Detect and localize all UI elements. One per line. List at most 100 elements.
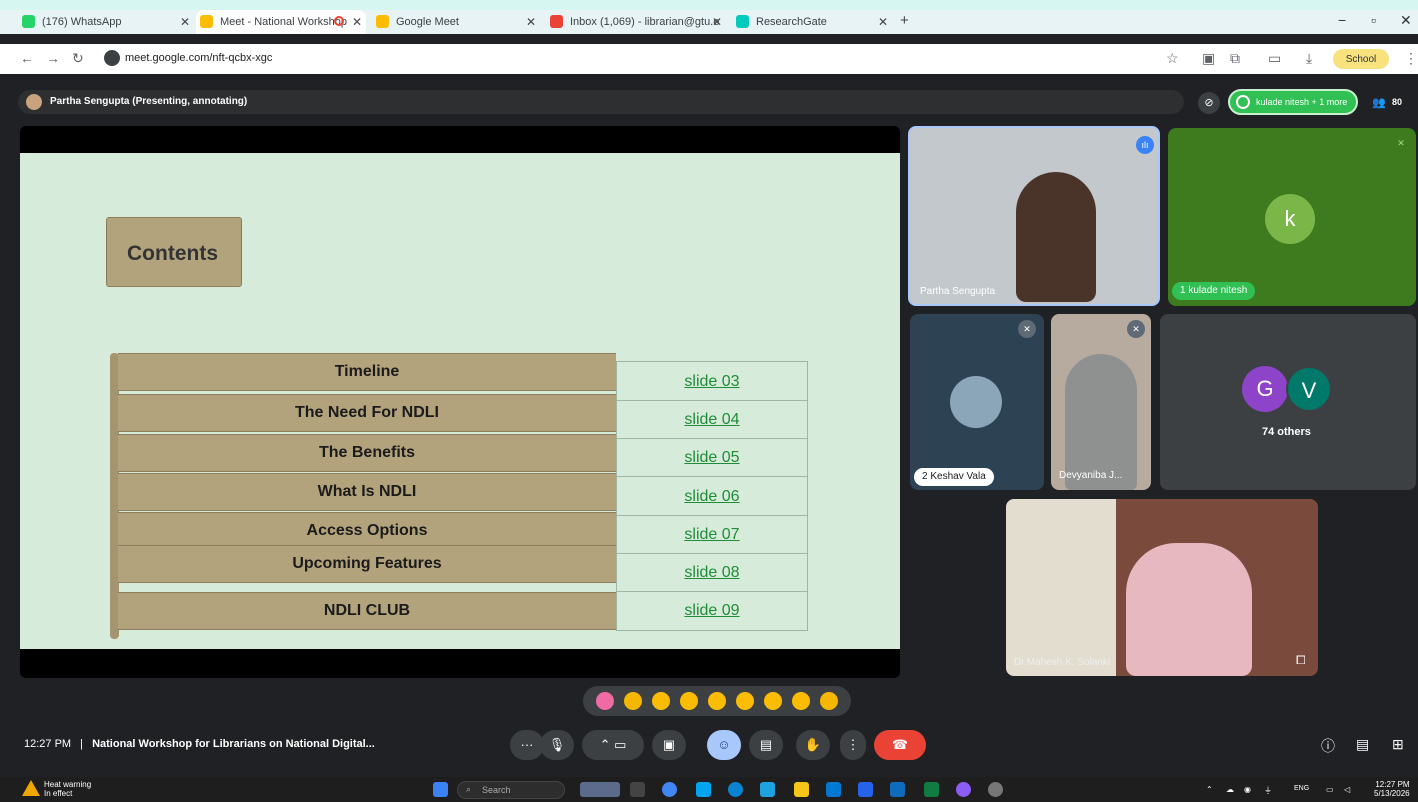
participant-tile-kulade[interactable]: k ✕ 1 kulade nitesh (1168, 128, 1416, 306)
tray-chevron-icon[interactable]: ⌃ (1206, 785, 1213, 794)
present-button[interactable]: ▣ (652, 730, 686, 760)
edge-icon[interactable] (728, 782, 743, 797)
thinking-reaction-icon[interactable] (792, 692, 810, 710)
slide-link[interactable]: slide 03 (616, 363, 808, 401)
presenter-label: Partha Sengupta (Presenting, annotating) (50, 96, 248, 107)
slide-link[interactable]: slide 04 (616, 401, 808, 439)
others-count: 74 others (1262, 426, 1311, 438)
outlook-icon[interactable] (826, 782, 841, 797)
settings-icon[interactable] (988, 782, 1003, 797)
party-reaction-icon[interactable] (652, 692, 670, 710)
participant-prefix: 2 (922, 471, 928, 482)
chrome-profile-icon[interactable] (956, 782, 971, 797)
back-icon[interactable]: ← (20, 50, 34, 66)
slide-link[interactable]: slide 05 (616, 439, 808, 477)
close-tab-icon[interactable]: ✕ (180, 15, 190, 29)
tab-label: Meet - National Workshop (220, 16, 347, 28)
tab-whatsapp[interactable]: (176) WhatsApp ✕ (18, 10, 194, 34)
language-indicator[interactable]: ENG (1294, 785, 1309, 792)
volume-icon[interactable]: ◁ (1344, 785, 1350, 794)
slide-link[interactable]: slide 08 (616, 554, 808, 592)
gmail-icon (550, 15, 563, 28)
reload-icon[interactable]: ↻ (72, 50, 84, 67)
mic-off-icon: ✕ (1127, 320, 1145, 338)
teams-icon[interactable] (890, 782, 905, 797)
laugh-reaction-icon[interactable] (708, 692, 726, 710)
tab-meet-workshop[interactable]: Meet - National Workshop ✕ (196, 10, 366, 34)
slide-link[interactable]: slide 07 (616, 516, 808, 554)
heat-warning-icon[interactable] (22, 780, 40, 796)
forward-icon[interactable]: → (46, 50, 60, 66)
file-explorer-icon[interactable] (794, 782, 809, 797)
download-icon[interactable]: ⤓ (1306, 50, 1312, 67)
participant-video (1006, 499, 1116, 676)
close-window-icon[interactable]: ✕ (1400, 12, 1412, 29)
puzzle-icon[interactable]: ⧉ (1230, 50, 1240, 67)
start-icon[interactable] (433, 782, 448, 797)
thumbs-down-reaction-icon[interactable] (820, 692, 838, 710)
cast-icon[interactable]: ▭ (1268, 50, 1281, 67)
sad-reaction-icon[interactable] (764, 692, 782, 710)
tab-gmail-inbox[interactable]: Inbox (1,069) - librarian@gtu.e ✕ (546, 10, 726, 34)
participant-name: kulade nitesh (1188, 285, 1248, 296)
active-speaker-pill[interactable]: kulade nitesh + 1 more (1228, 89, 1358, 115)
site-info-icon[interactable] (104, 50, 120, 66)
info-icon[interactable]: ⓘ (1321, 736, 1335, 756)
camera-button[interactable]: ⌃ ▭ (582, 730, 644, 760)
new-tab-icon[interactable]: + (900, 12, 909, 29)
participant-tile-others[interactable]: G V 74 others (1160, 314, 1416, 490)
menu-kebab-icon[interactable]: ⋮ (1404, 50, 1418, 67)
onedrive-icon[interactable]: ☁ (1226, 785, 1234, 794)
raise-hand-button[interactable]: ✋ (796, 730, 830, 760)
excel-icon[interactable] (924, 782, 939, 797)
extension-icon[interactable]: ▣ (1202, 50, 1215, 67)
emoji-button[interactable]: ☺ (707, 730, 741, 760)
clap-reaction-icon[interactable] (680, 692, 698, 710)
tab-label: (176) WhatsApp (42, 16, 122, 28)
activities-icon[interactable]: ⊞ (1392, 736, 1404, 753)
slide-link[interactable]: slide 06 (616, 478, 808, 516)
thumbs-up-reaction-icon[interactable] (624, 692, 642, 710)
participant-tile-mahesh[interactable]: Dr.Mahesh K. Solanki ⧠ (1006, 499, 1318, 676)
captions-button[interactable]: ▤ (749, 730, 783, 760)
taskbar-search[interactable]: ⌕ Search (457, 781, 565, 799)
slide-link[interactable]: slide 09 (616, 592, 808, 630)
heart-reaction-icon[interactable] (596, 692, 614, 710)
surprised-reaction-icon[interactable] (736, 692, 754, 710)
copilot-icon[interactable] (696, 782, 711, 797)
widget-icon[interactable] (580, 782, 620, 797)
profile-button[interactable]: School (1333, 49, 1389, 69)
restore-icon[interactable]: ▫ (1371, 12, 1376, 28)
chat-icon[interactable]: ▤ (1356, 736, 1369, 753)
participant-tile-devyaniba[interactable]: ✕ Devyaniba J... (1051, 314, 1151, 490)
close-tab-icon[interactable]: ✕ (878, 15, 888, 29)
calendar-icon[interactable] (858, 782, 873, 797)
close-tab-icon[interactable]: ✕ (352, 15, 362, 29)
tab-google-meet[interactable]: Google Meet ✕ (372, 10, 540, 34)
close-tab-icon[interactable]: ✕ (526, 15, 536, 29)
presenter-avatar (26, 94, 42, 110)
url-text[interactable]: meet.google.com/nft-qcbx-xgc (125, 52, 272, 64)
mic-button[interactable]: 🎙 (540, 730, 574, 760)
heat-warning-text[interactable]: Heat warning In effect (44, 780, 91, 798)
chrome-icon[interactable] (662, 782, 677, 797)
chrome-tray-icon[interactable]: ◉ (1244, 785, 1251, 794)
system-clock[interactable]: 12:27 PM 5/13/2026 (1374, 780, 1410, 798)
pin-off-icon[interactable]: ⊘ (1198, 92, 1220, 114)
tab-researchgate[interactable]: ResearchGate ✕ (732, 10, 892, 34)
minimize-icon[interactable]: − (1338, 12, 1346, 28)
crop-icon[interactable]: ⧠ (1296, 653, 1306, 668)
store-icon[interactable] (760, 782, 775, 797)
participant-tile-partha[interactable]: ılı Partha Sengupta (908, 126, 1160, 306)
task-view-icon[interactable] (630, 782, 645, 797)
presenter-bar: Partha Sengupta (Presenting, annotating) (18, 90, 1184, 114)
usb-icon[interactable]: ⏚ (1264, 785, 1272, 796)
more-reactions-button[interactable]: ··· (510, 730, 544, 760)
bookmark-star-icon[interactable]: ☆ (1166, 50, 1179, 67)
leave-call-button[interactable]: ☎ (874, 730, 926, 760)
participant-tile-keshav[interactable]: ✕ 2 Keshav Vala (910, 314, 1044, 490)
people-icon[interactable]: 👥 (1368, 92, 1390, 114)
network-icon[interactable]: ▭ (1326, 785, 1334, 794)
close-tab-icon[interactable]: ✕ (712, 15, 722, 29)
more-options-button[interactable]: ⋮ (840, 730, 866, 760)
